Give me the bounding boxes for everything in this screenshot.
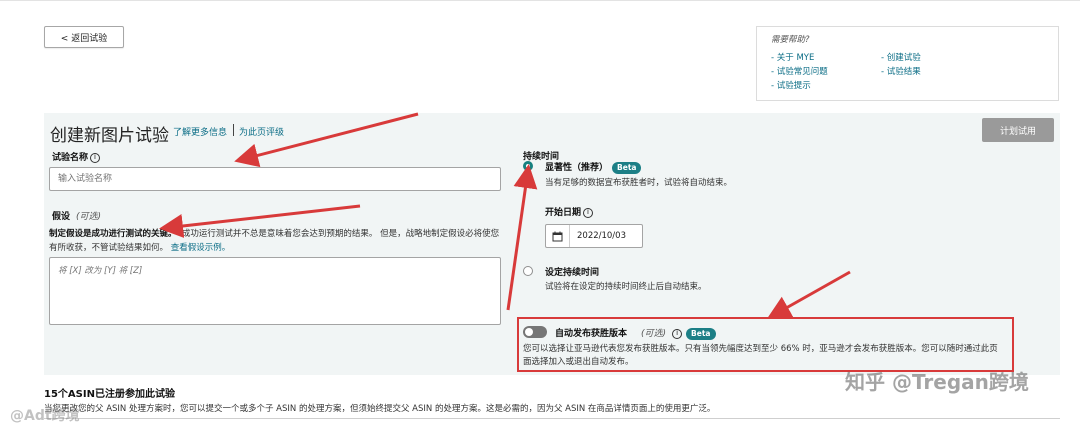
- help-links: - 关于 MYE - 试验常见问题 - 试验提示 - 创建试验 - 试验结果: [771, 51, 1044, 95]
- learn-more-link[interactable]: 了解更多信息: [173, 125, 227, 138]
- help-link-tips[interactable]: - 试验提示: [771, 79, 811, 91]
- hypothesis-optional: (可选): [76, 212, 102, 222]
- experiment-name-label-text: 试验名称: [52, 153, 89, 163]
- auto-publish-beta-badge: Beta: [686, 327, 716, 340]
- rate-page-link[interactable]: 为此页评级: [239, 125, 284, 138]
- hypothesis-example-link[interactable]: 查看假设示例。: [171, 243, 231, 253]
- hypothesis-desc-bold: 制定假设是成功进行测试的关键。: [49, 229, 177, 239]
- set-duration-option-desc: 试验将在设定的持续时间终止后自动结束。: [545, 282, 707, 292]
- page-title: 创建新图片试验: [50, 126, 169, 146]
- start-date-picker[interactable]: 2022/10/03: [545, 224, 643, 248]
- calendar-icon[interactable]: [546, 225, 570, 247]
- info-icon[interactable]: i: [672, 328, 683, 339]
- help-link-results[interactable]: - 试验结果: [881, 65, 921, 77]
- experiment-name-input[interactable]: [49, 167, 501, 191]
- hypothesis-label: 假设 (可选): [52, 209, 101, 222]
- toggle-knob: [525, 328, 533, 336]
- title-separator: [233, 124, 234, 136]
- info-icon[interactable]: i: [583, 207, 594, 218]
- asin-section-title: 15个ASIN已注册参加此试验: [44, 389, 175, 400]
- radio-set-duration[interactable]: [523, 266, 533, 276]
- help-link-faq[interactable]: - 试验常见问题: [771, 65, 828, 77]
- significance-option-desc: 当有足够的数据宣布获胜者时，试验将自动结束。: [545, 178, 733, 188]
- info-icon[interactable]: i: [90, 152, 101, 163]
- hypothesis-label-text: 假设: [52, 212, 71, 222]
- help-title: 需要帮助?: [771, 35, 810, 45]
- watermark-corner: @Adt跨境: [10, 408, 80, 424]
- help-link-about-mye[interactable]: - 关于 MYE: [771, 51, 814, 63]
- significance-option-title: 显著性（推荐） Beta: [545, 160, 642, 174]
- hypothesis-textarea[interactable]: [49, 257, 501, 325]
- help-panel: 需要帮助? - 关于 MYE - 试验常见问题 - 试验提示 - 创建试验 - …: [756, 26, 1059, 101]
- set-duration-option-title: 设定持续时间: [545, 268, 600, 278]
- asin-section-desc: 当您更改您的父 ASIN 处理方案时，您可以提交一个或多个子 ASIN 的处理方…: [44, 404, 716, 414]
- auto-publish-optional: (可选): [641, 329, 667, 339]
- top-divider: [0, 0, 1080, 4]
- significance-beta-badge: Beta: [612, 161, 642, 174]
- watermark: 知乎 @Tregan跨境: [845, 370, 1029, 394]
- start-date-value: 2022/10/03: [577, 231, 626, 241]
- start-date-label: 开始日期 i: [545, 205, 594, 218]
- experiment-name-label: 试验名称 i: [52, 150, 101, 163]
- hypothesis-description: 制定假设是成功进行测试的关键。 成功运行测试并不总是意味着您会达到预期的结果。 …: [49, 227, 504, 255]
- significance-title-text: 显著性（推荐）: [545, 163, 609, 173]
- help-link-create[interactable]: - 创建试验: [881, 51, 921, 63]
- back-button[interactable]: < 返回试验: [44, 26, 124, 48]
- auto-publish-title: 自动发布获胜版本 (可选) i Beta: [555, 326, 716, 340]
- auto-publish-title-text: 自动发布获胜版本: [555, 329, 628, 339]
- bottom-divider: [44, 418, 1060, 419]
- radio-significance[interactable]: [523, 161, 533, 171]
- start-date-label-text: 开始日期: [545, 208, 582, 218]
- plan-trial-button[interactable]: 计划试用: [982, 118, 1054, 142]
- auto-publish-toggle[interactable]: [523, 326, 547, 338]
